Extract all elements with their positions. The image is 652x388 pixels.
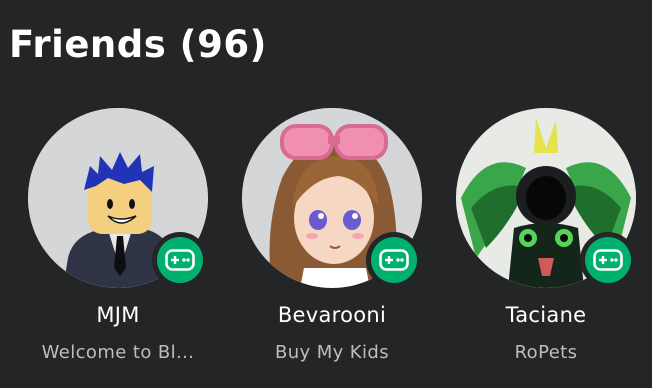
friend-card-mjm[interactable]: MJM Welcome to Bl... xyxy=(10,108,226,378)
friend-status[interactable]: Buy My Kids xyxy=(224,342,440,363)
avatar-container[interactable] xyxy=(456,108,636,288)
gamepad-icon xyxy=(585,237,631,283)
friend-name[interactable]: Bevarooni xyxy=(224,303,440,327)
presence-badge xyxy=(152,232,208,288)
presence-badge xyxy=(580,232,636,288)
avatar-container[interactable] xyxy=(28,108,208,288)
friends-header[interactable]: Friends (96) xyxy=(9,26,267,63)
gamepad-icon xyxy=(371,237,417,283)
friend-card-bevarooni[interactable]: Bevarooni Buy My Kids xyxy=(224,108,440,378)
friend-status[interactable]: RoPets xyxy=(438,342,652,363)
friend-card-taciane[interactable]: Taciane RoPets xyxy=(438,108,652,378)
friend-status[interactable]: Welcome to Bl... xyxy=(10,342,226,363)
gamepad-icon xyxy=(157,237,203,283)
friend-name[interactable]: MJM xyxy=(10,303,226,327)
avatar-container[interactable] xyxy=(242,108,422,288)
presence-badge xyxy=(366,232,422,288)
friend-name[interactable]: Taciane xyxy=(438,303,652,327)
